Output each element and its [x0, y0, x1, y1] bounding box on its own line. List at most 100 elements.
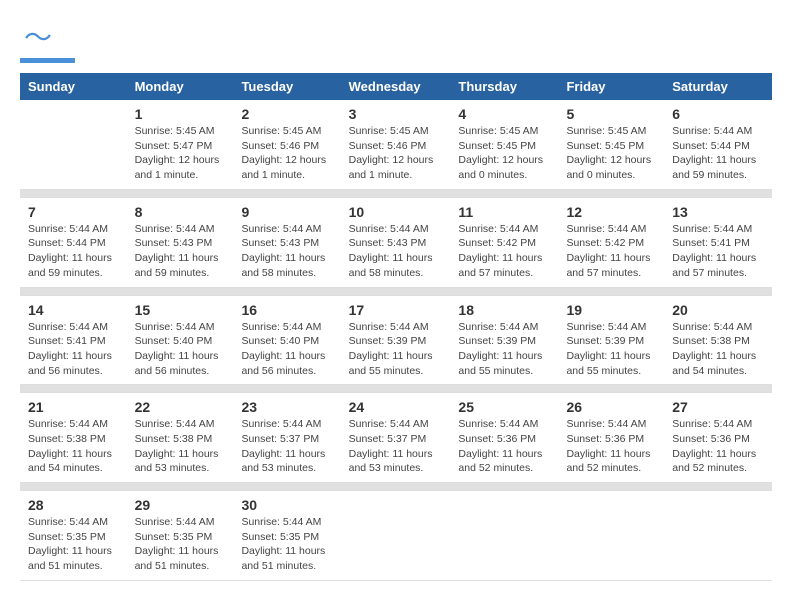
logo: 〜 — [20, 20, 75, 63]
day-info: Sunrise: 5:44 AMSunset: 5:39 PMDaylight:… — [566, 320, 656, 379]
day-info: Sunrise: 5:44 AMSunset: 5:36 PMDaylight:… — [672, 417, 764, 476]
day-number: 25 — [458, 399, 550, 415]
week-row-5: 28 Sunrise: 5:44 AMSunset: 5:35 PMDayligh… — [20, 491, 772, 581]
logo-underline — [20, 58, 75, 63]
day-number: 15 — [135, 302, 226, 318]
day-info: Sunrise: 5:44 AMSunset: 5:36 PMDaylight:… — [566, 417, 656, 476]
day-number: 2 — [241, 106, 332, 122]
day-number: 6 — [672, 106, 764, 122]
day-cell — [341, 491, 451, 581]
day-cell: 12Sunrise: 5:44 AMSunset: 5:42 PMDayligh… — [558, 197, 664, 287]
col-header-sunday: Sunday — [20, 73, 127, 100]
day-cell: 5 Sunrise: 5:45 AMSunset: 5:45 PMDaylight… — [558, 100, 664, 189]
day-info: Sunrise: 5:44 AMSunset: 5:43 PMDaylight:… — [349, 222, 443, 281]
day-info: Sunrise: 5:45 AMSunset: 5:45 PMDaylight:… — [566, 124, 656, 183]
day-info: Sunrise: 5:44 AMSunset: 5:38 PMDaylight:… — [28, 417, 119, 476]
day-cell: 29 Sunrise: 5:44 AMSunset: 5:35 PMDayligh… — [127, 491, 234, 581]
day-number: 22 — [135, 399, 226, 415]
day-info: Sunrise: 5:44 AMSunset: 5:44 PMDaylight:… — [672, 124, 764, 183]
day-info: Sunrise: 5:44 AMSunset: 5:38 PMDaylight:… — [135, 417, 226, 476]
day-cell: 17 Sunrise: 5:44 AMSunset: 5:39 PMDayligh… — [341, 295, 451, 385]
day-cell: 14 Sunrise: 5:44 AMSunset: 5:41 PMDayligh… — [20, 295, 127, 385]
day-number: 17 — [349, 302, 443, 318]
day-info: Sunrise: 5:44 AMSunset: 5:35 PMDaylight:… — [241, 515, 332, 574]
day-number: 12 — [566, 204, 656, 220]
day-cell: 4 Sunrise: 5:45 AMSunset: 5:45 PMDaylight… — [450, 100, 558, 189]
day-info: Sunrise: 5:44 AMSunset: 5:43 PMDaylight:… — [135, 222, 226, 281]
day-info: Sunrise: 5:44 AMSunset: 5:41 PMDaylight:… — [28, 320, 119, 379]
day-number: 23 — [241, 399, 332, 415]
week-row-1: 1Sunrise: 5:45 AMSunset: 5:47 PMDaylight… — [20, 100, 772, 189]
col-header-wednesday: Wednesday — [341, 73, 451, 100]
day-cell: 24Sunrise: 5:44 AMSunset: 5:37 PMDayligh… — [341, 393, 451, 483]
day-number: 27 — [672, 399, 764, 415]
day-cell: 8Sunrise: 5:44 AMSunset: 5:43 PMDaylight… — [127, 197, 234, 287]
day-cell: 7 Sunrise: 5:44 AMSunset: 5:44 PMDaylight… — [20, 197, 127, 287]
day-info: Sunrise: 5:45 AMSunset: 5:46 PMDaylight:… — [349, 124, 443, 183]
day-number: 9 — [241, 204, 332, 220]
col-header-saturday: Saturday — [664, 73, 772, 100]
day-info: Sunrise: 5:44 AMSunset: 5:44 PMDaylight:… — [28, 222, 119, 281]
day-cell: 15 Sunrise: 5:44 AMSunset: 5:40 PMDayligh… — [127, 295, 234, 385]
day-number: 29 — [135, 497, 226, 513]
day-number: 18 — [458, 302, 550, 318]
day-cell — [558, 491, 664, 581]
day-number: 24 — [349, 399, 443, 415]
row-separator — [20, 483, 772, 491]
day-cell: 23 Sunrise: 5:44 AMSunset: 5:37 PMDayligh… — [233, 393, 340, 483]
day-cell — [20, 100, 127, 189]
day-number: 7 — [28, 204, 119, 220]
day-number: 30 — [241, 497, 332, 513]
day-info: Sunrise: 5:44 AMSunset: 5:35 PMDaylight:… — [135, 515, 226, 574]
calendar-table: SundayMondayTuesdayWednesdayThursdayFrid… — [20, 73, 772, 581]
day-cell: 1Sunrise: 5:45 AMSunset: 5:47 PMDaylight… — [127, 100, 234, 189]
col-header-monday: Monday — [127, 73, 234, 100]
day-cell: 6 Sunrise: 5:44 AMSunset: 5:44 PMDaylight… — [664, 100, 772, 189]
day-info: Sunrise: 5:44 AMSunset: 5:39 PMDaylight:… — [349, 320, 443, 379]
day-cell: 21Sunrise: 5:44 AMSunset: 5:38 PMDayligh… — [20, 393, 127, 483]
week-row-2: 7 Sunrise: 5:44 AMSunset: 5:44 PMDaylight… — [20, 197, 772, 287]
day-number: 14 — [28, 302, 119, 318]
day-info: Sunrise: 5:44 AMSunset: 5:37 PMDaylight:… — [241, 417, 332, 476]
day-number: 26 — [566, 399, 656, 415]
day-info: Sunrise: 5:44 AMSunset: 5:36 PMDaylight:… — [458, 417, 550, 476]
day-cell: 9 Sunrise: 5:44 AMSunset: 5:43 PMDaylight… — [233, 197, 340, 287]
day-number: 4 — [458, 106, 550, 122]
day-cell: 28 Sunrise: 5:44 AMSunset: 5:35 PMDayligh… — [20, 491, 127, 581]
day-number: 11 — [458, 204, 550, 220]
day-number: 5 — [566, 106, 656, 122]
day-cell: 13 Sunrise: 5:44 AMSunset: 5:41 PMDayligh… — [664, 197, 772, 287]
day-info: Sunrise: 5:44 AMSunset: 5:41 PMDaylight:… — [672, 222, 764, 281]
day-number: 16 — [241, 302, 332, 318]
day-number: 1 — [135, 106, 226, 122]
day-cell: 3Sunrise: 5:45 AMSunset: 5:46 PMDaylight… — [341, 100, 451, 189]
day-cell: 25 Sunrise: 5:44 AMSunset: 5:36 PMDayligh… — [450, 393, 558, 483]
day-info: Sunrise: 5:44 AMSunset: 5:35 PMDaylight:… — [28, 515, 119, 574]
logo-wave-icon: 〜 — [24, 16, 52, 56]
day-info: Sunrise: 5:44 AMSunset: 5:40 PMDaylight:… — [135, 320, 226, 379]
col-header-tuesday: Tuesday — [233, 73, 340, 100]
day-cell — [450, 491, 558, 581]
day-number: 19 — [566, 302, 656, 318]
day-cell: 16Sunrise: 5:44 AMSunset: 5:40 PMDayligh… — [233, 295, 340, 385]
week-row-4: 21Sunrise: 5:44 AMSunset: 5:38 PMDayligh… — [20, 393, 772, 483]
day-number: 10 — [349, 204, 443, 220]
page-header: 〜 — [20, 20, 772, 63]
day-number: 20 — [672, 302, 764, 318]
col-header-thursday: Thursday — [450, 73, 558, 100]
col-header-friday: Friday — [558, 73, 664, 100]
day-cell: 27 Sunrise: 5:44 AMSunset: 5:36 PMDayligh… — [664, 393, 772, 483]
day-number: 13 — [672, 204, 764, 220]
day-cell: 2Sunrise: 5:45 AMSunset: 5:46 PMDaylight… — [233, 100, 340, 189]
day-cell: 26 Sunrise: 5:44 AMSunset: 5:36 PMDayligh… — [558, 393, 664, 483]
row-separator — [20, 189, 772, 197]
day-cell: 18Sunrise: 5:44 AMSunset: 5:39 PMDayligh… — [450, 295, 558, 385]
day-number: 28 — [28, 497, 119, 513]
day-cell: 22 Sunrise: 5:44 AMSunset: 5:38 PMDayligh… — [127, 393, 234, 483]
day-cell — [664, 491, 772, 581]
day-info: Sunrise: 5:44 AMSunset: 5:43 PMDaylight:… — [241, 222, 332, 281]
row-separator — [20, 287, 772, 295]
day-info: Sunrise: 5:45 AMSunset: 5:45 PMDaylight:… — [458, 124, 550, 183]
day-cell: 20Sunrise: 5:44 AMSunset: 5:38 PMDayligh… — [664, 295, 772, 385]
day-info: Sunrise: 5:44 AMSunset: 5:42 PMDaylight:… — [458, 222, 550, 281]
